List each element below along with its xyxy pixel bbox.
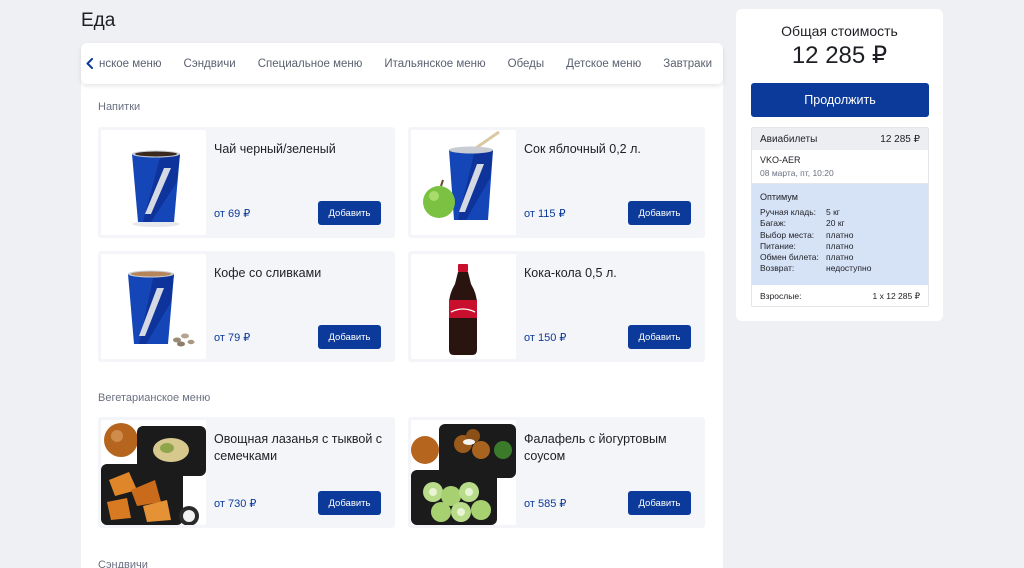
- passengers-label: Взрослые:: [760, 291, 802, 301]
- tariff-key: Ручная кладь:: [760, 207, 816, 217]
- add-button[interactable]: Добавить: [628, 201, 691, 225]
- tab-kids[interactable]: Детское меню: [555, 58, 652, 70]
- section-sandwiches: Сэндвичи: [98, 559, 148, 568]
- tariff-key: Возврат:: [760, 263, 795, 274]
- product-image-falafel: [411, 420, 516, 525]
- product-image-tea: [101, 130, 206, 235]
- product-price: от 69 ₽: [214, 208, 251, 220]
- juice-cup-icon: [423, 130, 500, 220]
- paper-cup-icon: [132, 150, 180, 227]
- passengers-row: Взрослые: 1 x 12 285 ₽: [752, 285, 928, 306]
- tariff-key: Питание:: [760, 240, 796, 251]
- add-button[interactable]: Добавить: [318, 491, 381, 515]
- continue-button[interactable]: Продолжить: [751, 83, 929, 117]
- product-name: Сок яблочный 0,2 л.: [524, 142, 641, 156]
- tariff-row: Выбор места: платно: [760, 230, 920, 241]
- product-price: от 150 ₽: [524, 332, 567, 344]
- tariff-row: Возврат: недоступно: [760, 263, 920, 274]
- menu-content: нское меню Сэндвичи Специальное меню Ита…: [81, 43, 723, 568]
- product-image-juice: [411, 130, 516, 235]
- product-name: Фалафель с йогуртовым соусом: [524, 432, 667, 463]
- section-drinks: Напитки: [98, 101, 141, 113]
- product-card-cola: Кока-кола 0,5 л. от 150 ₽ Добавить: [408, 251, 705, 362]
- tariff-name: Оптимум: [760, 192, 798, 202]
- tariff-key: Выбор места:: [760, 229, 815, 240]
- tariff-row: Обмен билета: платно: [760, 252, 920, 263]
- tariff-value: платно: [826, 240, 854, 251]
- tariff-info: Оптимум Ручная кладь: 5 кг Багаж: 20 кг Вы…: [752, 184, 928, 285]
- tariff-value: 5 кг: [826, 207, 840, 217]
- summary-total: 12 285 ₽: [791, 42, 888, 69]
- coffee-cup-icon: [128, 270, 195, 347]
- product-name: Чай черный/зеленый: [214, 142, 336, 156]
- tariff-key: Багаж:: [760, 218, 786, 229]
- tab-vegetarian[interactable]: нское меню: [99, 58, 173, 70]
- product-price: от 730 ₽: [214, 498, 257, 510]
- add-button[interactable]: Добавить: [628, 325, 691, 349]
- lasagna-box-icon: [101, 423, 206, 525]
- product-card-lasagna: Овощная лазанья с тыквой с семечками от …: [98, 417, 395, 528]
- tariff-key: Обмен билета:: [760, 252, 819, 263]
- tab-sandwiches[interactable]: Сэндвичи: [173, 58, 247, 70]
- add-button[interactable]: Добавить: [318, 201, 381, 225]
- product-price: от 115 ₽: [524, 208, 566, 220]
- tickets-label: Авиабилеты: [760, 133, 818, 145]
- chevron-left-icon: [86, 58, 94, 69]
- tab-lunch[interactable]: Обеды: [497, 58, 556, 70]
- falafel-box-icon: [411, 424, 516, 525]
- product-card-tea: Чай черный/зеленый от 69 ₽ Добавить: [98, 127, 395, 238]
- summary-title: Общая стоимость: [781, 23, 898, 39]
- tariff-value: 20 кг: [826, 218, 845, 229]
- product-name: Кока-кола 0,5 л.: [524, 266, 617, 280]
- tickets-amount: 12 285 ₽: [880, 133, 920, 145]
- tariff-row: Багаж: 20 кг: [760, 218, 920, 229]
- booking-details: Авиабилеты 12 285 ₽ VKO-AER 08 марта, пт…: [751, 127, 929, 307]
- product-price: от 585 ₽: [524, 498, 567, 510]
- tariff-row: Ручная кладь: 5 кг: [760, 207, 920, 218]
- tickets-row: Авиабилеты 12 285 ₽: [752, 128, 928, 150]
- flight-route: VKO-AER: [760, 155, 801, 165]
- product-image-coffee: [101, 254, 206, 359]
- tariff-value: платно: [826, 229, 854, 240]
- tab-list: нское меню Сэндвичи Специальное меню Ита…: [99, 58, 723, 70]
- tariff-row: Питание: платно: [760, 241, 920, 252]
- product-card-juice: Сок яблочный 0,2 л. от 115 ₽ Добавить: [408, 127, 705, 238]
- add-button[interactable]: Добавить: [318, 325, 381, 349]
- product-name: Овощная лазанья с тыквой с семечками: [214, 432, 383, 463]
- product-price: от 79 ₽: [214, 332, 251, 344]
- tab-breakfast[interactable]: Завтраки: [652, 58, 723, 70]
- order-summary: Общая стоимость 12 285 ₽ Продолжить Авиа…: [736, 9, 943, 321]
- add-button[interactable]: Добавить: [628, 491, 691, 515]
- flight-date: 08 марта, пт, 10:20: [760, 168, 834, 178]
- product-image-lasagna: [101, 420, 206, 525]
- tariff-value: платно: [826, 252, 854, 263]
- category-tabs: нское меню Сэндвичи Специальное меню Ита…: [81, 43, 723, 84]
- tabs-scroll-left-button[interactable]: [81, 43, 99, 84]
- cola-bottle-icon: [449, 264, 477, 355]
- product-card-coffee: Кофе со сливками от 79 ₽ Добавить: [98, 251, 395, 362]
- product-image-cola: [411, 254, 516, 359]
- page-title: Еда: [81, 10, 116, 31]
- product-card-falafel: Фалафель с йогуртовым соусом от 585 ₽ До…: [408, 417, 705, 528]
- section-vegetarian: Вегетарианское меню: [98, 392, 211, 404]
- product-name: Кофе со сливками: [214, 266, 322, 280]
- passengers-value: 1 x 12 285 ₽: [872, 290, 920, 301]
- tab-special[interactable]: Специальное меню: [247, 58, 374, 70]
- flight-info: VKO-AER 08 марта, пт, 10:20: [752, 150, 928, 184]
- tab-italian[interactable]: Итальянское меню: [373, 58, 496, 70]
- tariff-value: недоступно: [826, 263, 872, 274]
